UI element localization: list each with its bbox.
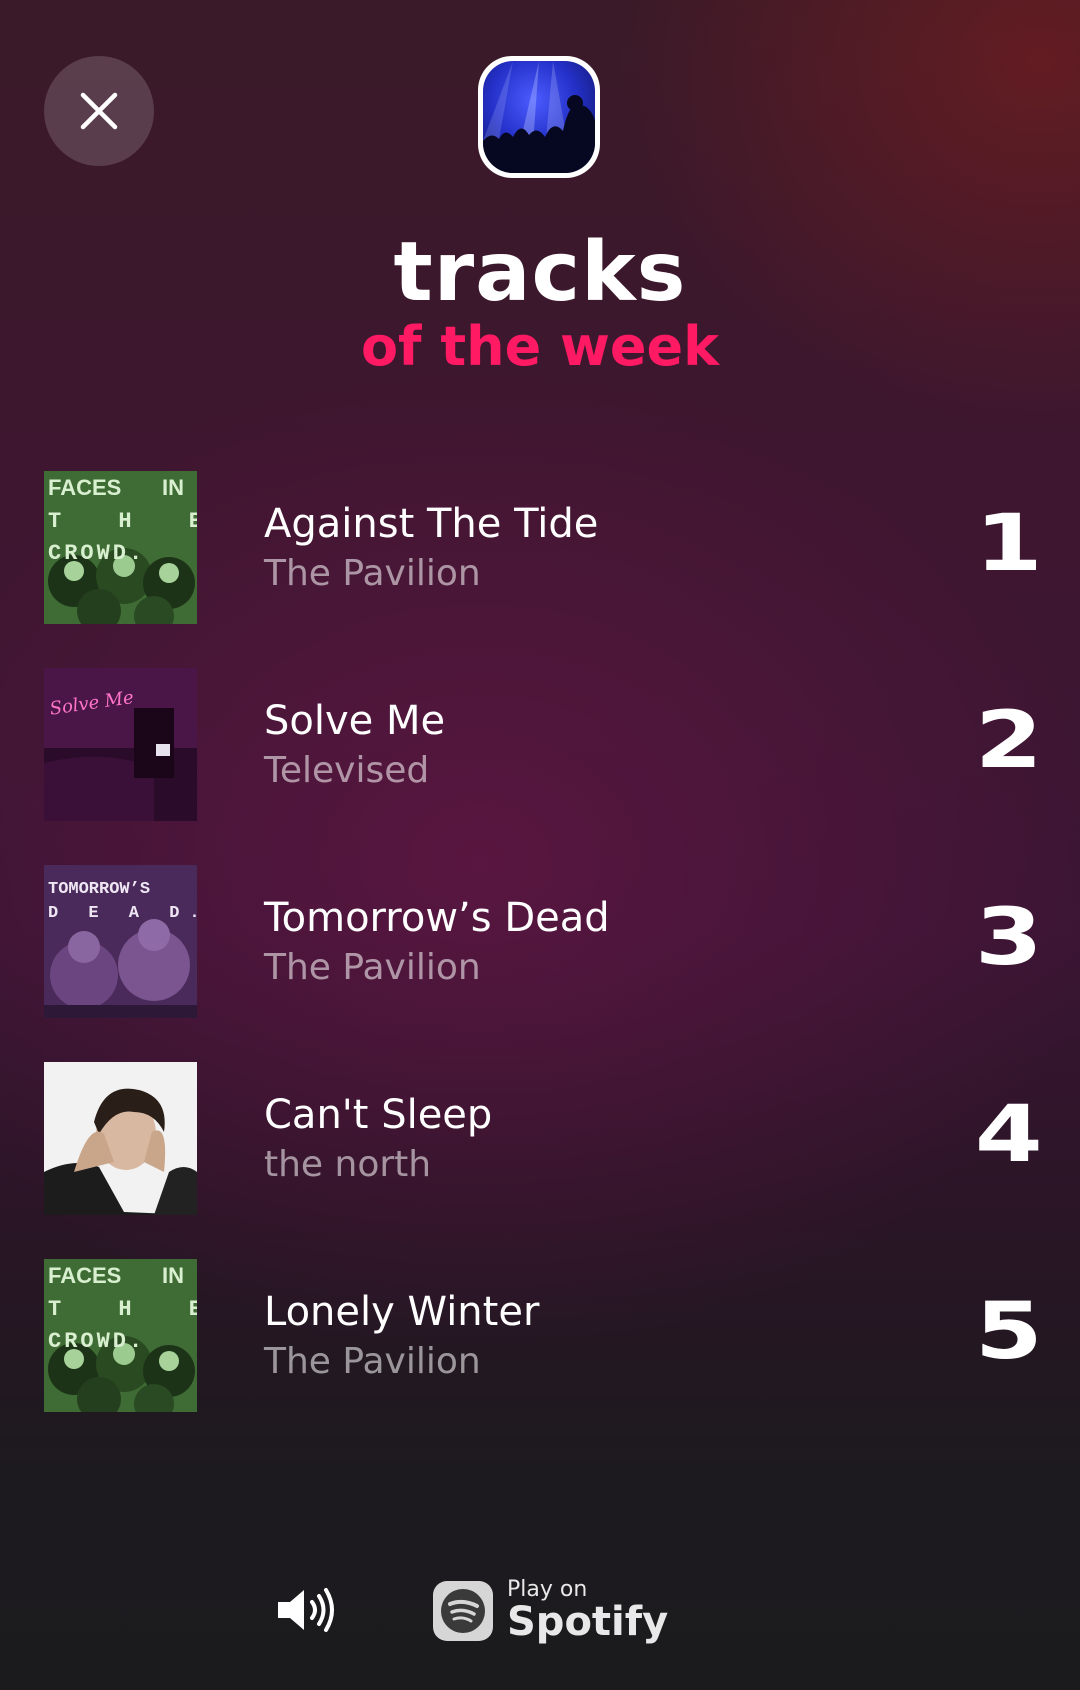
track-title: Against The Tide (264, 501, 599, 547)
track-rank: 4 (974, 1090, 1044, 1180)
album-cover: Solve Me (44, 668, 197, 821)
album-cover: FACES IN T H E CROWD. (44, 1259, 197, 1412)
speaker-volume-icon (278, 1588, 334, 1632)
play-on-label: Play on (507, 1577, 588, 1602)
track-row[interactable]: TOMORROW’S D E A D. Tomorrow’s Dead The … (44, 865, 1044, 1018)
album-cover (44, 1062, 197, 1215)
track-artist: the north (264, 1144, 432, 1185)
track-artist: The Pavilion (264, 1341, 481, 1382)
album-cover: FACES IN T H E CROWD. (44, 471, 197, 624)
spotify-label: Spotify (507, 1599, 669, 1645)
track-row[interactable]: FACES IN T H E CROWD. Lonely Winter The … (44, 1259, 1044, 1412)
svg-text:FACES: FACES (48, 1263, 121, 1288)
spotify-icon (433, 1581, 493, 1641)
track-row[interactable]: Solve Me Solve Me Televised 2 (44, 668, 1044, 821)
svg-text:CROWD.: CROWD. (48, 1329, 145, 1354)
volume-button[interactable] (274, 1582, 338, 1638)
track-artist: The Pavilion (264, 553, 481, 594)
page-title: tracks (393, 225, 687, 320)
album-cover: TOMORROW’S D E A D. (44, 865, 197, 1018)
track-title: Can't Sleep (264, 1092, 493, 1138)
svg-text:TOMORROW’S: TOMORROW’S (48, 880, 150, 899)
track-title: Tomorrow’s Dead (264, 895, 610, 941)
svg-text:IN: IN (162, 475, 184, 500)
svg-text:FACES: FACES (48, 475, 121, 500)
svg-text:IN: IN (162, 1263, 184, 1288)
track-rank: 5 (974, 1287, 1044, 1377)
svg-text:T H E: T H E (48, 509, 197, 534)
play-on-spotify-button[interactable]: Play on Spotify (433, 1577, 668, 1645)
close-icon (80, 92, 118, 130)
track-row[interactable]: Can't Sleep the north 4 (44, 1062, 1044, 1215)
track-row[interactable]: FACES IN T H E CROWD. Against The Tide T… (44, 471, 1044, 624)
track-rank: 3 (974, 893, 1044, 983)
track-title: Solve Me (264, 698, 446, 744)
page-subtitle: of the week (360, 315, 720, 378)
concert-image (483, 61, 595, 173)
track-title: Lonely Winter (264, 1289, 540, 1335)
profile-avatar[interactable] (478, 56, 600, 178)
track-artist: The Pavilion (264, 947, 481, 988)
track-artist: Televised (264, 750, 430, 791)
close-button[interactable] (44, 56, 154, 166)
svg-text:D E A D.: D E A D. (48, 904, 197, 923)
svg-text:T H E: T H E (48, 1297, 197, 1322)
track-rank: 2 (974, 696, 1044, 786)
track-rank: 1 (974, 499, 1044, 589)
svg-text:CROWD.: CROWD. (48, 541, 145, 566)
